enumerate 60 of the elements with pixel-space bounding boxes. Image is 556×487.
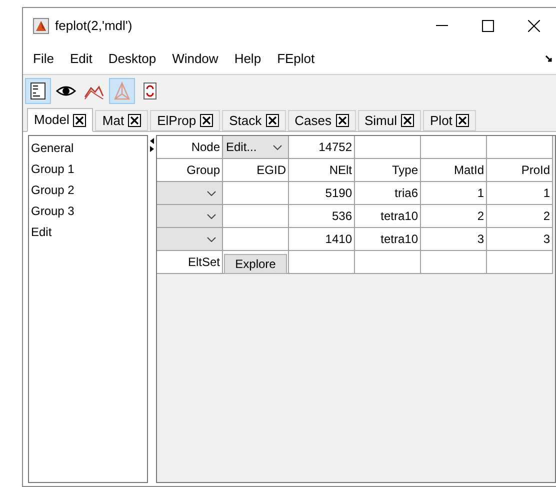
left-arrow-icon[interactable] <box>150 138 154 144</box>
table-cell: EGID <box>223 159 289 182</box>
row-label: Group <box>157 159 223 182</box>
list-icon[interactable] <box>25 78 51 104</box>
table-cell: MatId <box>421 159 487 182</box>
menu-item[interactable]: Desktop <box>108 48 156 68</box>
close-icon[interactable] <box>401 114 414 127</box>
app-logo-icon <box>33 18 49 34</box>
table-cell: tria6 <box>355 182 421 205</box>
close-icon[interactable] <box>456 114 470 127</box>
explore-button[interactable]: Explore <box>224 254 287 274</box>
close-icon[interactable] <box>73 114 86 126</box>
tab[interactable]: Model <box>27 108 94 132</box>
menu-item[interactable]: FEplot <box>277 48 315 68</box>
chevron-down-icon <box>207 190 216 196</box>
table-cell: 536 <box>289 205 355 228</box>
menu-item[interactable]: File <box>33 48 54 68</box>
menu-item[interactable]: Help <box>234 48 262 68</box>
table-cell: 2 <box>421 205 487 228</box>
table-cell: 14752 <box>289 136 355 159</box>
table-cell: 2 <box>487 205 553 228</box>
table-cell: NElt <box>289 159 355 182</box>
tab[interactable]: Stack <box>222 110 286 131</box>
close-icon[interactable] <box>528 20 540 32</box>
maximize-icon[interactable] <box>482 20 494 32</box>
tab[interactable]: Cases <box>288 110 356 131</box>
sidebar-item[interactable]: Group 3 <box>29 201 147 222</box>
table-cell: 1 <box>421 182 487 205</box>
tab[interactable]: ElProp <box>150 110 220 131</box>
close-icon[interactable] <box>266 114 279 127</box>
table-cell: 5190 <box>289 182 355 205</box>
chevron-down-icon <box>273 144 282 150</box>
tab[interactable]: Simul <box>358 110 422 131</box>
dock-arrow-icon[interactable] <box>545 55 553 63</box>
menu-item[interactable]: Edit <box>70 48 92 68</box>
window-title: feplot(2,'mdl') <box>55 16 132 35</box>
sidebar-item[interactable]: Group 2 <box>29 180 147 201</box>
right-arrow-icon[interactable] <box>150 146 154 152</box>
table-cell: 1 <box>487 182 553 205</box>
table-cell: 1410 <box>289 228 355 251</box>
chevron-down-icon <box>207 236 216 242</box>
row-label: EltSet <box>157 251 223 274</box>
sidebar-item[interactable]: General <box>29 138 147 159</box>
table-cell: tetra10 <box>355 228 421 251</box>
row-label: Node <box>157 136 223 159</box>
close-icon[interactable] <box>200 114 214 127</box>
chevron-down-icon <box>207 214 216 218</box>
dropdown[interactable]: Edit... <box>223 136 289 159</box>
table-cell: 3 <box>487 228 553 251</box>
table-cell: Type <box>355 159 421 182</box>
table-cell: ProId <box>487 159 553 182</box>
menu-item[interactable]: Window <box>172 48 218 68</box>
sidebar-item[interactable]: Edit <box>29 222 147 243</box>
tab[interactable]: Plot <box>423 110 476 131</box>
table-cell: 3 <box>421 228 487 251</box>
close-icon[interactable] <box>128 114 142 127</box>
tab[interactable]: Mat <box>95 110 148 131</box>
close-icon[interactable] <box>336 114 348 127</box>
sidebar-item[interactable]: Group 1 <box>29 159 147 180</box>
table-cell: tetra10 <box>355 205 421 228</box>
